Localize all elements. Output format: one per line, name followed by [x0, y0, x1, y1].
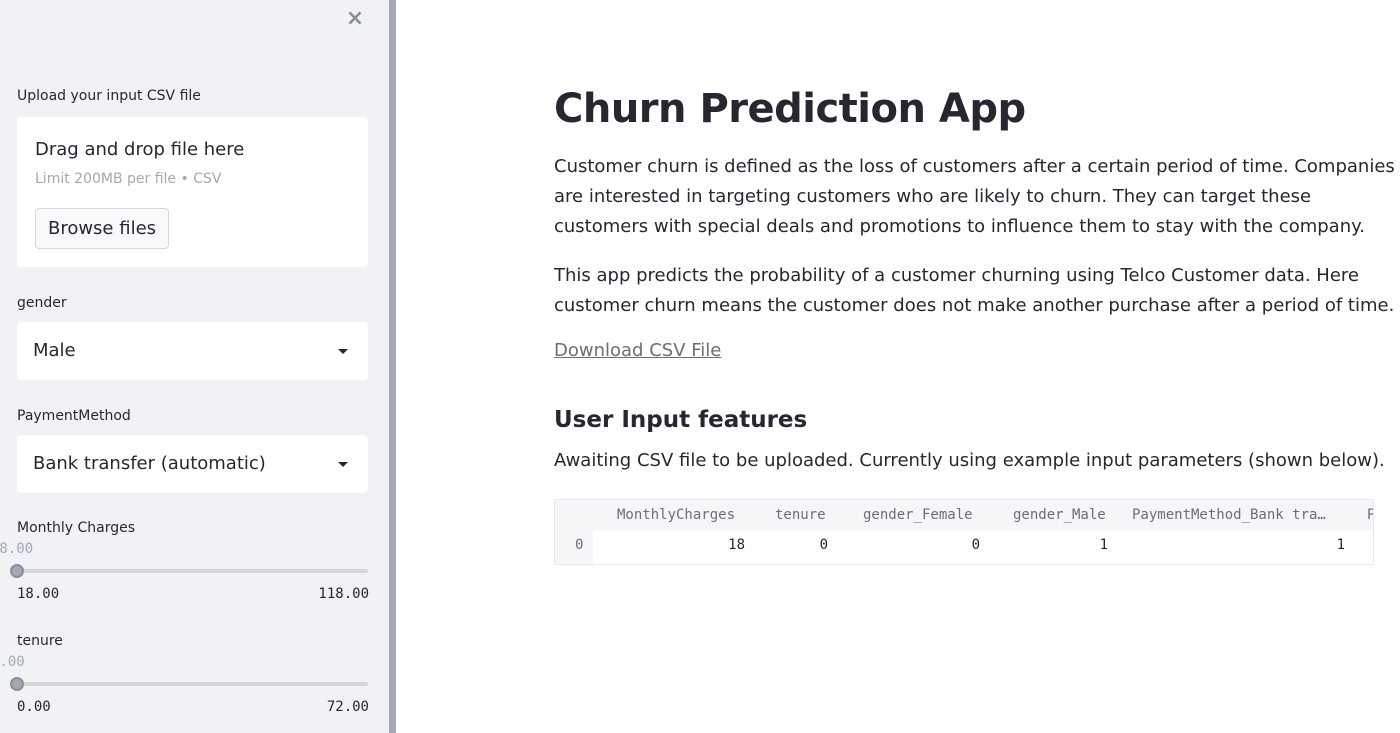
drag-drop-text: Drag and drop file here	[35, 139, 245, 160]
file-uploader-dropzone[interactable]: Drag and drop file here Limit 200MB per …	[17, 117, 368, 267]
payment-method-select-value: Bank transfer (automatic)	[33, 453, 266, 474]
tenure-label: tenure	[17, 633, 63, 649]
gender-select-value: Male	[33, 340, 76, 361]
column-header[interactable]: tenure	[775, 507, 826, 523]
monthly-charges-current-value: 18.00	[0, 541, 34, 557]
upload-label: Upload your input CSV file	[17, 88, 201, 104]
column-header[interactable]: gender_Female	[863, 507, 973, 523]
user-input-features-heading: User Input features	[554, 407, 808, 433]
tenure-current-value: 0.00	[0, 654, 25, 670]
monthly-charges-label: Monthly Charges	[17, 520, 136, 536]
monthly-charges-slider-thumb[interactable]	[10, 564, 24, 578]
monthly-charges-slider-track[interactable]	[17, 569, 368, 573]
chevron-down-icon	[338, 462, 348, 467]
sidebar: × Upload your input CSV file Drag and dr…	[0, 0, 390, 733]
table-cell[interactable]: 0	[820, 537, 828, 553]
column-header[interactable]: gender_Male	[1013, 507, 1106, 523]
tenure-max: 72.00	[326, 699, 369, 715]
table-cell[interactable]: 1	[1337, 537, 1345, 553]
column-header[interactable]: MonthlyCharges	[617, 507, 735, 523]
gender-label: gender	[17, 295, 67, 311]
intro-paragraph: Customer churn is defined as the loss of…	[554, 156, 1395, 237]
close-icon[interactable]: ×	[344, 8, 366, 30]
payment-method-select[interactable]: Bank transfer (automatic)	[17, 435, 368, 493]
row-index: 0	[575, 537, 584, 553]
main-content: Churn Prediction App Customer churn is d…	[396, 0, 1400, 733]
tenure-slider-thumb[interactable]	[10, 677, 24, 691]
sidebar-resize-handle[interactable]	[389, 0, 396, 733]
upload-limit-text: Limit 200MB per file • CSV	[35, 171, 222, 187]
payment-method-label: PaymentMethod	[17, 408, 131, 424]
input-dataframe[interactable]: MonthlyCharges tenure gender_Female gend…	[554, 499, 1374, 565]
tenure-min: 0.00	[17, 699, 51, 715]
table-cell[interactable]: 0	[972, 537, 980, 553]
monthly-charges-min: 18.00	[17, 586, 60, 602]
monthly-charges-max: 118.00	[318, 586, 369, 602]
column-header[interactable]: PaymentMethod_Bank tra…	[1132, 507, 1326, 523]
chevron-down-icon	[338, 349, 348, 354]
page-title: Churn Prediction App	[554, 86, 1026, 132]
column-header[interactable]: P	[1367, 507, 1373, 523]
awaiting-csv-text: Awaiting CSV file to be uploaded. Curren…	[554, 450, 1385, 471]
gender-select[interactable]: Male	[17, 322, 368, 380]
dataframe-index-column	[555, 530, 593, 564]
browse-files-button[interactable]: Browse files	[35, 208, 169, 249]
table-cell[interactable]: 18	[728, 537, 745, 553]
description-paragraph: This app predicts the probability of a c…	[554, 265, 1395, 316]
table-cell[interactable]: 1	[1100, 537, 1108, 553]
download-csv-link[interactable]: Download CSV File	[554, 340, 721, 361]
tenure-slider-track[interactable]	[17, 682, 368, 686]
